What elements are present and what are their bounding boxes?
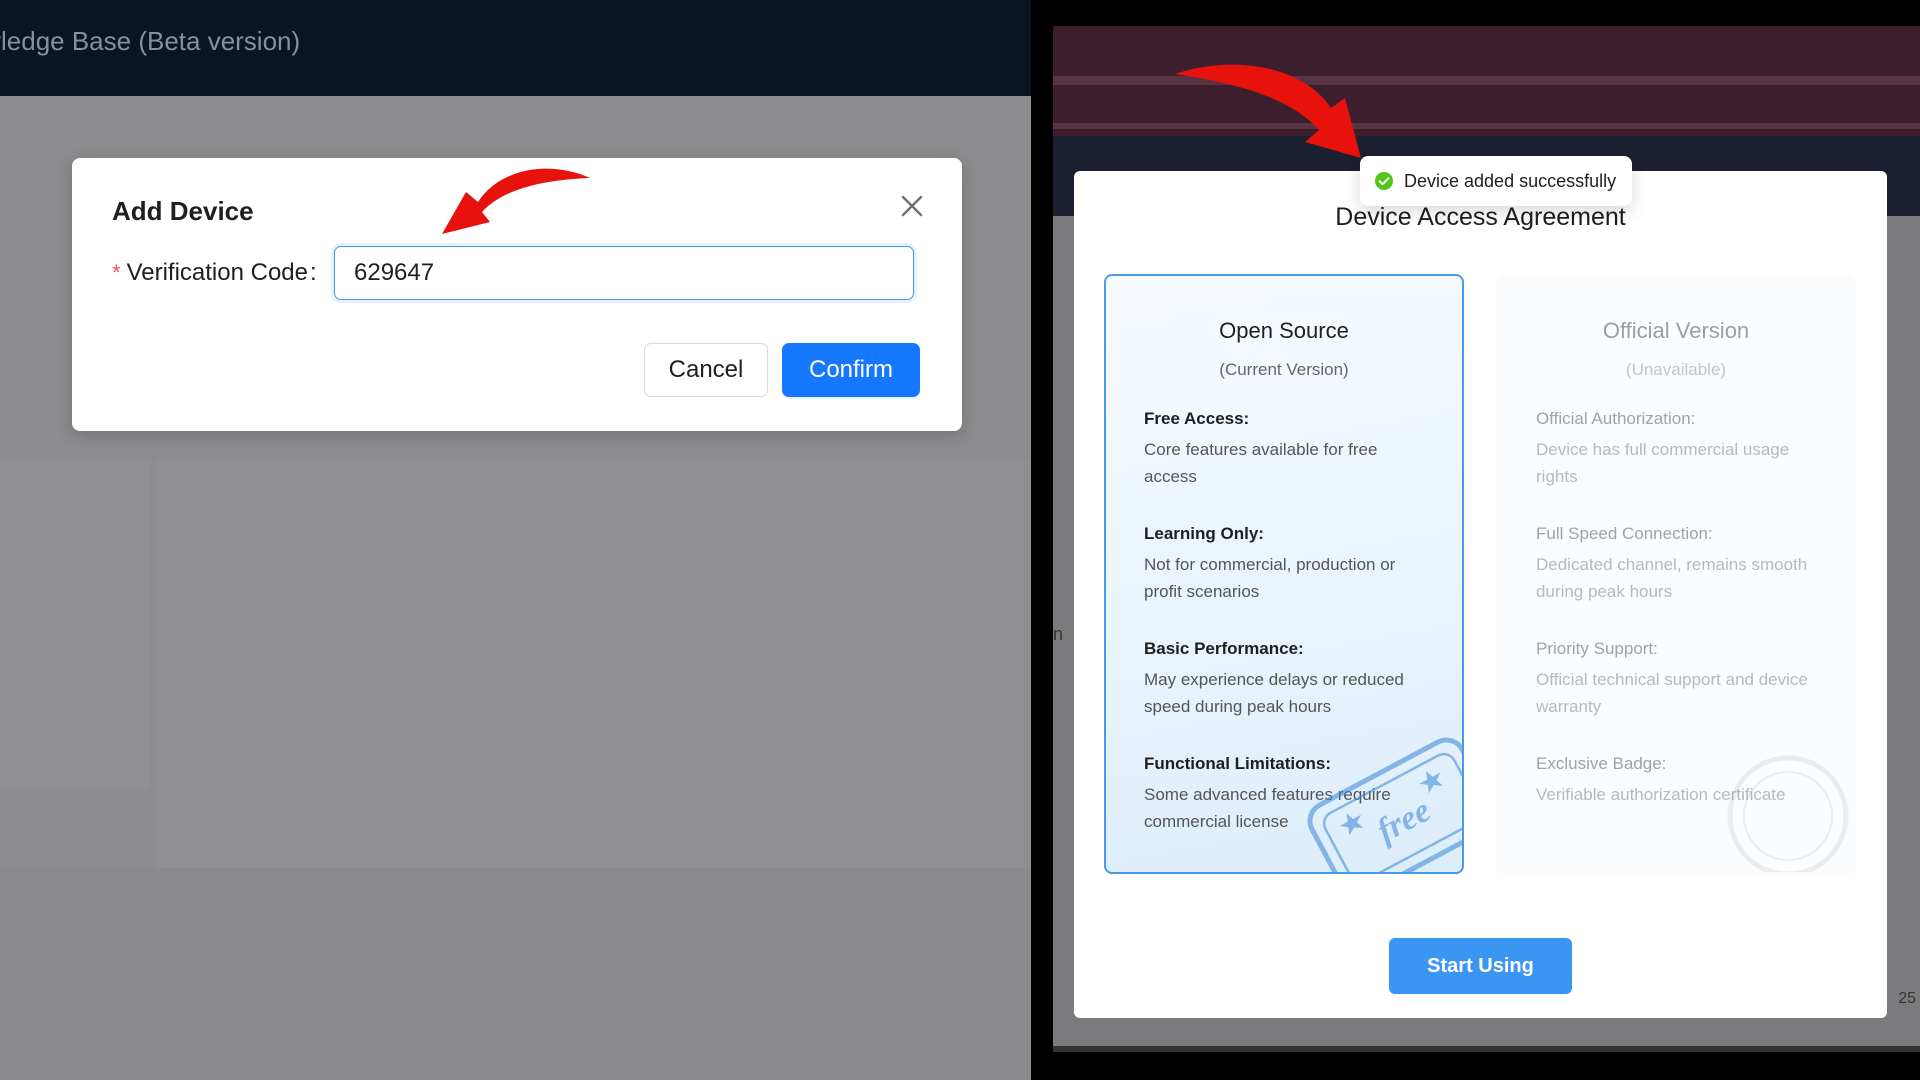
feature-heading: Free Access: (1144, 409, 1250, 428)
verification-code-field: * Verification Code : (112, 246, 317, 300)
feature-description: Dedicated channel, remains smooth during… (1536, 555, 1808, 601)
red-arrow-icon (1175, 64, 1361, 158)
feature-heading: Basic Performance: (1144, 639, 1304, 658)
dialog-title: Add Device (112, 196, 254, 226)
feature-description: Official technical support and device wa… (1536, 670, 1808, 716)
split-divider (1031, 0, 1053, 1080)
start-using-button[interactable]: Start Using (1389, 938, 1572, 994)
feature-description: Core features available for free access (1144, 440, 1378, 486)
device-access-agreement-dialog: Device Access Agreement Open Source (Cur… (1074, 171, 1887, 1018)
close-icon (901, 195, 923, 217)
app-header: vledge Base (Beta version) (0, 0, 1031, 96)
cancel-button[interactable]: Cancel (644, 343, 768, 397)
feature-item: Priority Support: Official technical sup… (1536, 638, 1826, 720)
background-footer (0, 868, 1031, 1080)
card-title: Official Version (1602, 318, 1750, 343)
feature-item: Free Access: Core features available for… (1144, 408, 1434, 490)
feature-item: Full Speed Connection: Dedicated channel… (1536, 523, 1826, 605)
card-title: Open Source (1219, 318, 1349, 343)
card-subtitle: (Current Version) (1219, 360, 1349, 379)
red-arrow-icon (442, 168, 590, 234)
feature-item: Basic Performance: May experience delays… (1144, 638, 1434, 720)
certificate-badge-icon (1727, 755, 1849, 872)
background-content (155, 460, 1031, 868)
feature-item: Official Authorization: Device has full … (1536, 408, 1826, 490)
background-sidebar (0, 460, 150, 790)
verification-code-input[interactable] (334, 246, 914, 300)
dialog-title: Device Access Agreement (1335, 203, 1626, 231)
official-version-option-card: Official Version (Unavailable) Official … (1496, 274, 1856, 874)
close-button[interactable] (898, 192, 926, 220)
right-panel: n 25 Device added successfully Device Ac… (1053, 0, 1920, 1080)
background-footer-line (1053, 1046, 1920, 1052)
required-marker: * (112, 260, 121, 285)
feature-description: May experience delays or reduced speed d… (1144, 670, 1404, 716)
feature-description: Not for commercial, production or profit… (1144, 555, 1396, 601)
feature-heading: Priority Support: (1536, 639, 1658, 658)
feature-heading: Full Speed Connection: (1536, 524, 1713, 543)
feature-description: Device has full commercial usage rights (1536, 440, 1790, 486)
verification-code-label: Verification Code (126, 259, 309, 286)
success-toast: Device added successfully (1360, 156, 1633, 206)
svg-text:free: free (1371, 792, 1437, 850)
check-circle-icon (1375, 172, 1393, 190)
feature-heading: Learning Only: (1144, 524, 1264, 543)
background-text: n (1053, 624, 1064, 644)
app-title: vledge Base (Beta version) (0, 26, 301, 56)
toast-message: Device added successfully (1404, 170, 1617, 191)
confirm-button[interactable]: Confirm (782, 343, 920, 397)
feature-heading: Official Authorization: (1536, 409, 1696, 428)
open-source-option-card[interactable]: Open Source (Current Version) Free Acces… (1104, 274, 1464, 874)
left-panel: vledge Base (Beta version) Add Device * … (0, 0, 1031, 1080)
free-stamp-icon: free (1307, 737, 1462, 872)
screenshot-stage: vledge Base (Beta version) Add Device * … (0, 0, 1920, 1080)
card-subtitle: (Unavailable) (1625, 360, 1727, 379)
background-page-number: 25 (1898, 990, 1916, 1007)
feature-item: Learning Only: Not for commercial, produ… (1144, 523, 1434, 605)
label-colon: : (310, 259, 317, 286)
